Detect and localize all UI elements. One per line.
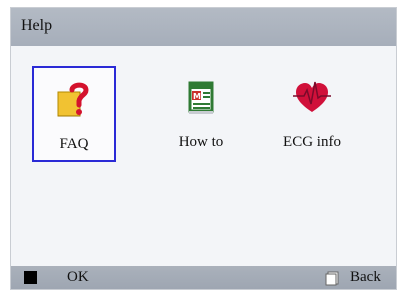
menu-item-label: ECG info	[283, 134, 341, 150]
back-button[interactable]: Back	[350, 269, 381, 286]
ecg-heart-icon	[293, 81, 331, 112]
ok-key-icon[interactable]	[24, 271, 37, 284]
menu-item-label: How to	[178, 134, 224, 150]
page-title: Help	[21, 17, 53, 34]
help-window: Help FAQ M How to ECG info OK Back	[10, 7, 397, 290]
ok-button[interactable]: OK	[67, 269, 89, 286]
menu-item-label: FAQ	[59, 136, 89, 152]
menu-item-faq[interactable]: FAQ	[32, 66, 116, 162]
faq-question-icon	[57, 82, 89, 117]
status-bar: OK Back	[11, 266, 396, 289]
help-menu: FAQ M How to ECG info	[11, 46, 396, 268]
title-bar: Help	[11, 8, 396, 46]
how-to-book-icon: M	[188, 81, 214, 114]
menu-item-ecg-info[interactable]: ECG info	[270, 66, 354, 162]
menu-item-how-to[interactable]: M How to	[159, 66, 243, 162]
svg-text:M: M	[193, 92, 201, 101]
back-key-icon[interactable]	[324, 270, 340, 286]
